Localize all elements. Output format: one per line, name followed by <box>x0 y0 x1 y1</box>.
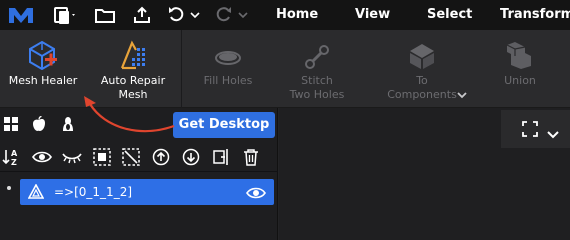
callout-arrow <box>84 96 175 133</box>
